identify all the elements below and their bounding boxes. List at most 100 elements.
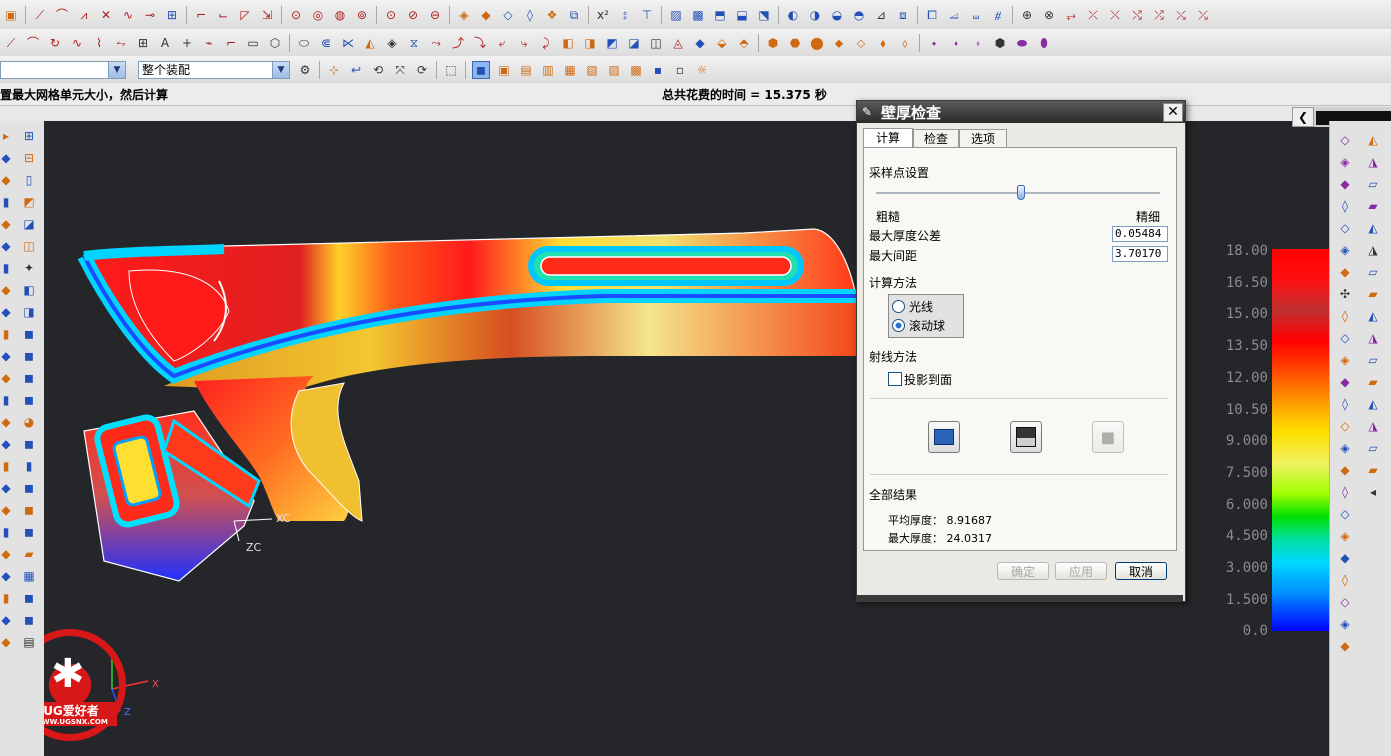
cube4-icon[interactable]: ⬥ — [831, 35, 847, 51]
mate-icon[interactable]: ⧣ — [990, 7, 1006, 23]
analysis-icon[interactable]: ◈ — [1337, 242, 1353, 258]
analysis-icon[interactable]: ◈ — [1337, 440, 1353, 456]
spline-icon[interactable]: ∿ — [69, 35, 85, 51]
cylinder-icon[interactable]: ◨ — [582, 35, 598, 51]
line-icon[interactable]: ⟋ — [3, 35, 19, 51]
arc-icon[interactable]: ⌒ — [54, 7, 70, 23]
hidden-edge-icon[interactable]: ▤ — [518, 62, 534, 78]
plus-icon[interactable]: + — [179, 35, 195, 51]
radio-rolling-ball[interactable] — [892, 319, 905, 332]
assembly-icon[interactable]: ⧠ — [924, 7, 940, 23]
sampling-slider-thumb[interactable] — [1016, 185, 1025, 200]
analysis-icon[interactable]: ◈ — [1337, 352, 1353, 368]
marquee-icon[interactable]: ⬚ — [443, 62, 459, 78]
cube-icon[interactable]: ◼ — [21, 392, 37, 408]
material-icon[interactable]: ⬬ — [1014, 35, 1030, 51]
chevron-down-icon[interactable]: ▼ — [272, 61, 289, 78]
offset-icon[interactable]: ⧈ — [895, 7, 911, 23]
thicken-icon[interactable]: ⤷ — [516, 35, 532, 51]
cube-icon[interactable]: ◼ — [21, 612, 37, 628]
circle-point-icon[interactable]: ⊙ — [288, 7, 304, 23]
tab-options[interactable]: 选项 — [959, 129, 1007, 147]
tag-icon[interactable]: ⬙ — [714, 35, 730, 51]
view-top-icon[interactable]: ◩ — [21, 194, 37, 210]
chamfer-icon[interactable]: ◸ — [237, 7, 253, 23]
curve-on-surface-icon[interactable]: ⥅ — [1063, 7, 1079, 23]
tool-icon[interactable]: ▱ — [1365, 440, 1381, 456]
profile-icon[interactable]: ↻ — [47, 35, 63, 51]
analysis-icon[interactable]: ◊ — [1337, 484, 1353, 500]
edge-tool-icon[interactable]: ◆ — [0, 348, 14, 364]
paint-icon[interactable]: ⬘ — [736, 35, 752, 51]
arc-center-icon[interactable]: ◍ — [332, 7, 348, 23]
tool-icon[interactable]: ▰ — [1365, 198, 1381, 214]
cube3-icon[interactable]: ⬤ — [809, 35, 825, 51]
surface-icon[interactable]: ◇ — [500, 7, 516, 23]
edge-tool-icon[interactable]: ▮ — [0, 392, 14, 408]
sphere-icon[interactable]: ◪ — [626, 35, 642, 51]
undo-icon[interactable]: ↩ — [348, 62, 364, 78]
cube-icon[interactable]: ◼ — [21, 480, 37, 496]
radio-ray[interactable] — [892, 300, 905, 313]
wcs-icon[interactable]: ⬩ — [926, 35, 942, 51]
edge-tool-icon[interactable]: ▮ — [0, 458, 14, 474]
ellipse-icon[interactable]: ⬭ — [296, 35, 312, 51]
helix-icon[interactable]: ⌁ — [201, 35, 217, 51]
rotate-icon[interactable]: ⟲ — [370, 62, 386, 78]
light-icon[interactable]: ⬮ — [1036, 35, 1052, 51]
analysis-icon[interactable]: ◇ — [1337, 132, 1353, 148]
measure-icon[interactable]: ⊿ — [873, 7, 889, 23]
intersect-curve-icon[interactable]: ⤫ — [1085, 7, 1101, 23]
table-icon[interactable]: ⊤ — [639, 7, 655, 23]
tool-icon[interactable]: ▰ — [1365, 462, 1381, 478]
tool-icon[interactable]: ▰ — [1365, 374, 1381, 390]
constraint-icon[interactable]: ⧢ — [968, 7, 984, 23]
hex-icon[interactable]: ⬢ — [992, 35, 1008, 51]
layer-icon[interactable]: ⬪ — [948, 35, 964, 51]
arc-icon[interactable]: ⌒ — [25, 35, 41, 51]
max-spacing-field[interactable]: 3.70170 — [1112, 246, 1168, 262]
corner-icon[interactable]: ⌐ — [223, 35, 239, 51]
part-navigator-icon[interactable]: ⊞ — [21, 128, 37, 144]
tool-icon[interactable]: ▱ — [1365, 176, 1381, 192]
select-icon[interactable]: ▣ — [3, 7, 19, 23]
partial-icon[interactable]: ▩ — [628, 62, 644, 78]
cube-icon[interactable]: ◼ — [21, 326, 37, 342]
block-icon[interactable]: ◧ — [560, 35, 576, 51]
analysis-icon[interactable]: ◇ — [1337, 594, 1353, 610]
circle-three-icon[interactable]: ⊚ — [354, 7, 370, 23]
refresh-icon[interactable]: ⟳ — [414, 62, 430, 78]
dialog-pin-icon[interactable]: ✎ — [857, 105, 877, 119]
web-icon[interactable]: ✦ — [21, 260, 37, 276]
edge-tool-icon[interactable]: ◆ — [0, 546, 14, 562]
edge-tool-icon[interactable]: ▮ — [0, 260, 14, 276]
palette-icon[interactable]: ◕ — [21, 414, 37, 430]
tool-icon[interactable]: ▱ — [1365, 264, 1381, 280]
draft-icon[interactable]: ◓ — [851, 7, 867, 23]
surface-icon[interactable]: ⤵ — [472, 35, 488, 51]
hole-icon[interactable]: ⬔ — [756, 7, 772, 23]
edge-tool-icon[interactable]: ▮ — [0, 326, 14, 342]
tool-icon[interactable]: ◭ — [1365, 132, 1381, 148]
tool-icon[interactable]: ◭ — [1365, 220, 1381, 236]
analysis-icon[interactable]: ◇ — [1337, 418, 1353, 434]
doc-icon[interactable]: ▤ — [21, 634, 37, 650]
analysis-icon[interactable]: ✣ — [1337, 286, 1353, 302]
solid-icon[interactable]: ▩ — [690, 7, 706, 23]
delete-result-button[interactable]: ◼ — [1092, 421, 1124, 453]
feature-icon[interactable]: ◈ — [456, 7, 472, 23]
blend2-icon[interactable]: ◑ — [807, 7, 823, 23]
analysis-icon[interactable]: ◇ — [1337, 220, 1353, 236]
tool-icon[interactable]: ◮ — [1365, 330, 1381, 346]
subtract-icon[interactable]: ◬ — [670, 35, 686, 51]
tool-icon[interactable]: ▰ — [1365, 286, 1381, 302]
cube7-icon[interactable]: ⬨ — [897, 35, 913, 51]
isoparam-icon[interactable]: ⤬ — [1107, 7, 1123, 23]
edge-tool-icon[interactable]: ◆ — [0, 238, 14, 254]
edge-tool-icon[interactable]: ▮ — [0, 524, 14, 540]
cube1-icon[interactable]: ⬢ — [765, 35, 781, 51]
corner-icon[interactable]: ⌙ — [215, 7, 231, 23]
extract-icon[interactable]: ◭ — [362, 35, 378, 51]
sweep-icon[interactable]: ❖ — [544, 7, 560, 23]
edge-tool-icon[interactable]: ◆ — [0, 216, 14, 232]
